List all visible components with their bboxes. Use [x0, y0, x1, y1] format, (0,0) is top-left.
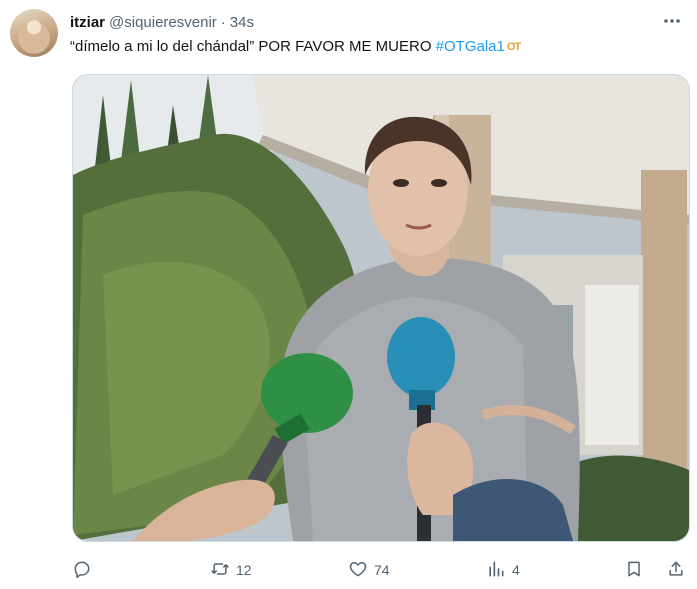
like-button[interactable]: 74 [348, 557, 390, 583]
author-handle[interactable]: @siquieresvenir [109, 14, 217, 31]
tweet-text: “dímelo a mi lo del chándal” POR FAVOR M… [70, 37, 521, 57]
like-count: 74 [374, 562, 390, 578]
photo-illustration [73, 75, 689, 541]
views-button[interactable]: 4 [486, 557, 520, 583]
tweet-photo[interactable] [72, 74, 690, 542]
hashtag-link[interactable]: #OTGala1 [436, 38, 505, 55]
views-icon [486, 559, 506, 582]
retweet-icon [210, 559, 230, 582]
heart-icon [348, 559, 368, 582]
tweet-text-body: “dímelo a mi lo del chándal” POR FAVOR M… [70, 38, 436, 55]
views-count: 4 [512, 562, 520, 578]
share-icon [666, 559, 686, 582]
bookmark-icon [624, 559, 644, 582]
reply-icon [72, 559, 92, 582]
more-icon[interactable] [661, 12, 683, 30]
avatar[interactable] [10, 9, 58, 57]
retweet-button[interactable]: 12 [210, 557, 252, 583]
retweet-count: 12 [236, 562, 252, 578]
hashtag-emoji: OT [506, 41, 521, 54]
author-name[interactable]: itziar [70, 14, 105, 31]
share-button[interactable] [666, 557, 686, 583]
separator-dot: · [220, 13, 226, 31]
reply-button[interactable] [72, 557, 98, 583]
timestamp[interactable]: 34s [230, 14, 254, 31]
bookmark-button[interactable] [624, 557, 644, 583]
tweet-actions: 12 74 4 [70, 557, 688, 583]
tweet-header: itziar @siquieresvenir · 34s [70, 11, 667, 33]
